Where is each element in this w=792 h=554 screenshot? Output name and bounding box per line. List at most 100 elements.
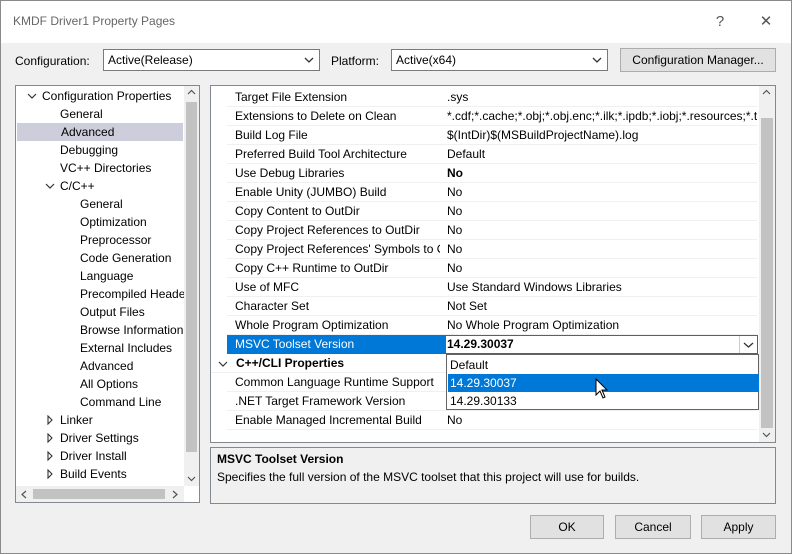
expand-arrow-icon[interactable]: [45, 451, 55, 461]
description-text: Specifies the full version of the MSVC t…: [217, 470, 640, 484]
scroll-right-icon[interactable]: [171, 490, 179, 499]
tree-item[interactable]: Driver Install: [16, 447, 182, 465]
tree-item[interactable]: Code Generation: [16, 249, 182, 267]
platform-select[interactable]: Active(x64): [391, 49, 608, 71]
property-row[interactable]: Use of MFC Use Standard Windows Libraries: [227, 278, 757, 297]
tree-item[interactable]: All Options: [16, 375, 182, 393]
tree-item-label: Advanced: [80, 359, 134, 373]
scroll-left-icon[interactable]: [20, 490, 28, 499]
tree-item[interactable]: Browse Information: [16, 321, 183, 339]
tree-item-label: Driver Settings: [60, 431, 139, 445]
tree-item[interactable]: Advanced: [17, 123, 183, 141]
tree-item[interactable]: VC++ Directories: [16, 159, 182, 177]
property-row[interactable]: MSVC Toolset Version 14.29.30037: [227, 335, 758, 354]
tree-horizontal-scrollbar[interactable]: [16, 486, 184, 502]
category-tree: Configuration Properties General Advanced D…: [15, 85, 200, 503]
property-row[interactable]: Copy C++ Runtime to OutDir No: [227, 259, 757, 278]
tree-hscroll-thumb[interactable]: [33, 489, 165, 499]
tree-item-label: Build Events: [60, 467, 127, 481]
tree-item[interactable]: General: [16, 105, 182, 123]
property-row[interactable]: Character Set Not Set: [227, 297, 757, 316]
close-button[interactable]: ✕: [752, 9, 780, 35]
scroll-up-icon[interactable]: [187, 88, 196, 97]
tree-item[interactable]: Build Events: [16, 465, 182, 483]
dropdown-option[interactable]: Default: [448, 356, 759, 374]
tree-item[interactable]: Output Files: [16, 303, 182, 321]
tree-item[interactable]: Preprocessor: [16, 231, 182, 249]
tree-item-label: General: [80, 197, 123, 211]
property-value: Use Standard Windows Libraries: [447, 280, 622, 294]
chevron-down-icon: [304, 57, 314, 63]
grid-vertical-scrollbar[interactable]: [759, 86, 775, 442]
title-bar: KMDF Driver1 Property Pages ? ✕: [1, 1, 791, 43]
tree-item-label: External Includes: [80, 341, 173, 355]
property-value: No: [447, 242, 463, 256]
property-row[interactable]: Target File Extension .sys: [227, 88, 757, 107]
tree-item[interactable]: Language: [16, 267, 182, 285]
property-pages-dialog: KMDF Driver1 Property Pages ? ✕ Configur…: [0, 0, 792, 554]
tree-item[interactable]: C/C++: [16, 177, 182, 195]
tree-item-label: Configuration Properties: [42, 89, 172, 103]
configuration-manager-button[interactable]: Configuration Manager...: [620, 48, 776, 72]
tree-item[interactable]: Debugging: [16, 141, 182, 159]
collapse-arrow-icon[interactable]: [218, 359, 228, 369]
tree-item-label: Language: [80, 269, 134, 283]
expand-arrow-icon[interactable]: [45, 433, 55, 443]
cancel-button[interactable]: Cancel: [615, 515, 691, 539]
grid-scroll-thumb[interactable]: [761, 118, 773, 428]
configuration-value: Active(Release): [108, 53, 193, 67]
section-label: C++/CLI Properties: [236, 356, 345, 370]
tree-item[interactable]: Advanced: [16, 357, 182, 375]
property-name: Preferred Build Tool Architecture: [235, 147, 407, 161]
tree-item[interactable]: Driver Settings: [16, 429, 182, 447]
scroll-down-icon[interactable]: [762, 430, 771, 439]
property-name: Enable Unity (JUMBO) Build: [235, 185, 387, 199]
property-value[interactable]: 14.29.30037: [447, 337, 757, 351]
help-button[interactable]: ?: [706, 9, 734, 35]
window-title: KMDF Driver1 Property Pages: [13, 14, 176, 28]
scroll-up-icon[interactable]: [762, 88, 771, 97]
property-value: No: [447, 261, 463, 275]
expand-arrow-icon[interactable]: [45, 415, 55, 425]
property-value: No Whole Program Optimization: [447, 318, 620, 332]
property-name: Enable Managed Incremental Build: [235, 413, 422, 427]
description-title: MSVC Toolset Version: [217, 452, 344, 466]
expand-arrow-icon[interactable]: [45, 469, 55, 479]
collapse-arrow-icon[interactable]: [45, 181, 55, 191]
property-value: No: [447, 204, 463, 218]
ok-button[interactable]: OK: [530, 515, 604, 539]
property-name: Use Debug Libraries: [235, 166, 345, 180]
property-row[interactable]: Enable Unity (JUMBO) Build No: [227, 183, 757, 202]
property-name: Build Log File: [235, 128, 308, 142]
property-row[interactable]: Build Log File $(IntDir)$(MSBuildProjectN…: [227, 126, 757, 145]
property-name: .NET Target Framework Version: [235, 394, 406, 408]
tree-item[interactable]: Optimization: [16, 213, 182, 231]
property-row[interactable]: Preferred Build Tool Architecture Default: [227, 145, 757, 164]
tree-item[interactable]: External Includes: [16, 339, 182, 357]
property-row[interactable]: Extensions to Delete on Clean *.cdf;*.cac…: [227, 107, 757, 126]
tree-item[interactable]: Command Line: [16, 393, 182, 411]
tree-item-label: Driver Install: [60, 449, 127, 463]
property-row[interactable]: Copy Content to OutDir No: [227, 202, 757, 221]
property-row[interactable]: Enable Managed Incremental Build No: [227, 411, 757, 430]
tree-item-label: Command Line: [80, 395, 162, 409]
property-name: Copy Project References' Symbols to Ou: [235, 242, 440, 256]
collapse-arrow-icon[interactable]: [27, 91, 37, 101]
property-row[interactable]: Use Debug Libraries No: [227, 164, 757, 183]
property-row[interactable]: Copy Project References' Symbols to Ou No: [227, 240, 757, 259]
tree-item[interactable]: General: [16, 195, 182, 213]
tree-item-label: Code Generation: [80, 251, 172, 265]
tree-item[interactable]: Precompiled Heade: [16, 285, 185, 303]
property-row[interactable]: Whole Program Optimization No Whole Progr…: [227, 316, 757, 335]
property-value: $(IntDir)$(MSBuildProjectName).log: [447, 128, 639, 142]
tree-vertical-scrollbar[interactable]: [184, 86, 199, 486]
property-value: Not Set: [447, 299, 488, 313]
property-value: Default: [447, 147, 486, 161]
property-value: No: [447, 413, 463, 427]
scroll-down-icon[interactable]: [187, 474, 196, 483]
tree-item[interactable]: Linker: [16, 411, 182, 429]
tree-scroll-thumb[interactable]: [186, 102, 197, 452]
configuration-select[interactable]: Active(Release): [103, 49, 320, 71]
apply-button[interactable]: Apply: [701, 515, 776, 539]
property-row[interactable]: Copy Project References to OutDir No: [227, 221, 757, 240]
